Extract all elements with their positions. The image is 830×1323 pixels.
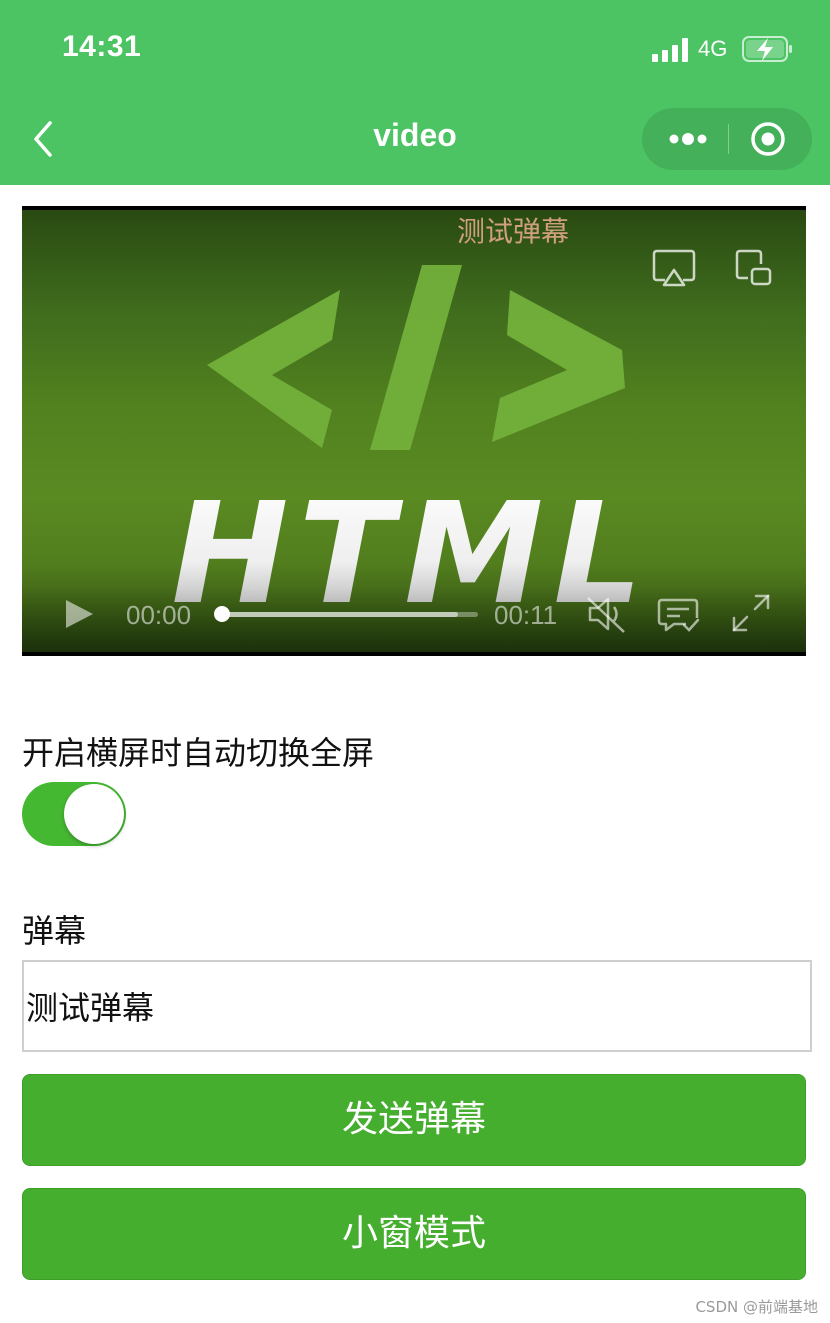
- watermark: CSDN @前端基地: [695, 1298, 818, 1316]
- fullscreen-icon[interactable]: [730, 592, 772, 634]
- navigation-bar: video: [0, 95, 830, 185]
- signal-icon: [652, 38, 690, 62]
- current-time: 00:00: [126, 600, 192, 630]
- progress-buffered: [222, 612, 458, 617]
- video-frame: HTML 测试弹幕 00:00 00:11: [22, 210, 806, 652]
- play-icon[interactable]: [62, 597, 96, 631]
- status-bar: 14:31 4G: [0, 0, 830, 95]
- send-danmu-button[interactable]: 发送弹幕: [22, 1074, 806, 1166]
- auto-fullscreen-switch[interactable]: [22, 782, 126, 846]
- danmu-label: 弹幕: [22, 912, 87, 950]
- progress-bar[interactable]: [214, 606, 478, 622]
- miniprogram-capsule: [642, 108, 812, 170]
- status-time: 14:31: [62, 30, 142, 63]
- capsule-divider: [728, 124, 729, 154]
- duration-time: 00:11: [494, 600, 558, 630]
- danmaku-bullet: 测试弹幕: [457, 215, 570, 248]
- picture-in-picture-icon[interactable]: [734, 248, 774, 288]
- auto-fullscreen-label: 开启横屏时自动切换全屏: [22, 734, 375, 772]
- more-icon[interactable]: [662, 124, 714, 154]
- danmu-input[interactable]: [22, 960, 812, 1052]
- airplay-icon[interactable]: [652, 248, 696, 288]
- battery-charging-icon: [742, 36, 792, 62]
- close-miniprogram-icon[interactable]: [750, 121, 786, 157]
- progress-thumb[interactable]: [214, 606, 230, 622]
- video-player[interactable]: HTML 测试弹幕 00:00 00:11: [22, 206, 806, 656]
- network-type: 4G: [698, 36, 728, 61]
- video-controls: 00:00 00:11: [22, 562, 806, 652]
- pip-mode-button[interactable]: 小窗模式: [22, 1188, 806, 1280]
- mute-icon[interactable]: [584, 592, 628, 636]
- danmaku-toggle-icon[interactable]: [656, 592, 700, 636]
- switch-knob: [64, 784, 124, 844]
